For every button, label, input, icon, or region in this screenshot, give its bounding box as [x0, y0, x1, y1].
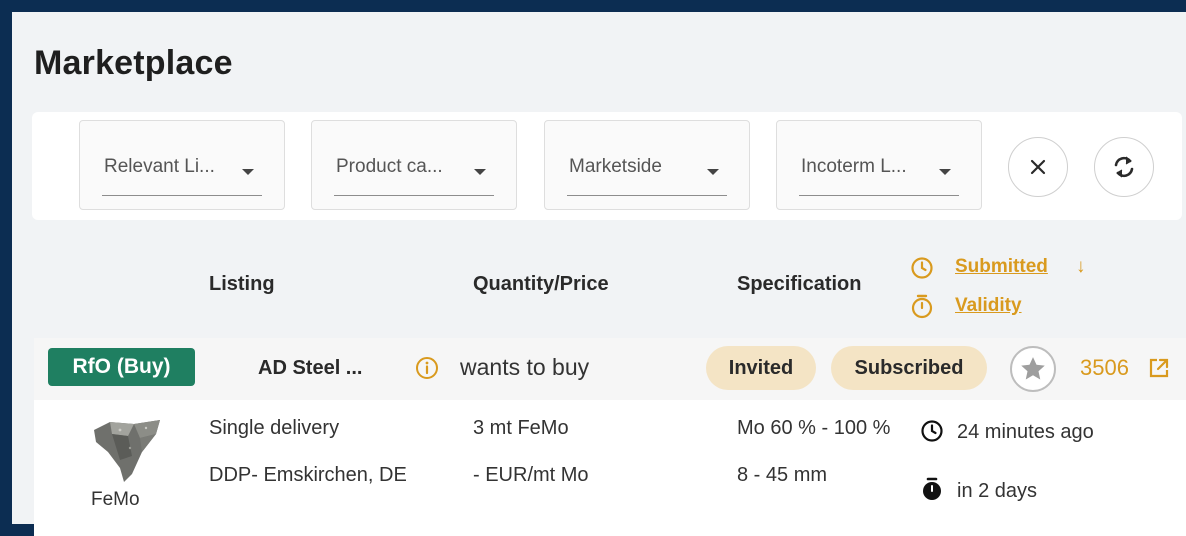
listing-type-badge: RfO (Buy) [48, 348, 195, 386]
filter-label: Incoterm L... [801, 156, 907, 177]
filter-underline [799, 195, 959, 196]
spec-content: Mo 60 % - 100 % [737, 417, 891, 439]
filter-incoterm-location[interactable]: Incoterm L... [776, 120, 982, 210]
filter-product-category[interactable]: Product ca... [311, 120, 517, 210]
timer-icon [923, 477, 941, 500]
invited-badge: Invited [706, 346, 816, 390]
info-icon[interactable] [415, 356, 439, 380]
subscribed-badge: Subscribed [831, 346, 987, 390]
spec-size: 8 - 45 mm [737, 464, 828, 486]
marketplace-page: Marketplace Relevant Li... Product ca...… [12, 12, 1186, 536]
chevron-down-icon [474, 169, 486, 175]
sort-submitted-link[interactable]: Submitted [955, 256, 1048, 278]
page-title: Marketplace [34, 44, 233, 82]
filter-label: Marketside [569, 156, 662, 177]
chevron-down-icon [707, 169, 719, 175]
clock-icon [921, 420, 943, 442]
price: - EUR/mt Mo [473, 464, 589, 486]
clear-filters-button[interactable] [1008, 137, 1068, 197]
product-image [94, 420, 160, 482]
column-header-specification: Specification [737, 273, 862, 295]
delivery-type: Single delivery [209, 417, 340, 439]
listing-intent: wants to buy [460, 354, 590, 380]
refresh-icon [1114, 156, 1134, 178]
column-header-listing: Listing [209, 273, 275, 295]
product-name: FeMo [91, 489, 140, 510]
filter-underline [567, 195, 727, 196]
submitted-time: 24 minutes ago [957, 421, 1094, 443]
filter-label: Relevant Li... [104, 156, 215, 177]
refresh-button[interactable] [1094, 137, 1154, 197]
chevron-down-icon [939, 169, 951, 175]
star-icon [1021, 357, 1045, 380]
clock-icon [911, 257, 933, 279]
filter-bar: Relevant Li... Product ca... Marketside … [32, 112, 1182, 220]
close-icon [1030, 159, 1046, 175]
filter-relevant-listings[interactable]: Relevant Li... [79, 120, 285, 210]
chevron-down-icon [242, 169, 254, 175]
external-link-icon[interactable] [1148, 357, 1170, 379]
quantity: 3 mt FeMo [473, 417, 569, 439]
timer-icon [911, 294, 933, 319]
validity-time: in 2 days [957, 480, 1038, 502]
listing-id-link[interactable]: 3506 [1080, 355, 1129, 381]
company-name[interactable]: AD Steel ... [258, 357, 362, 380]
sort-direction-icon[interactable]: ↓ [1076, 256, 1086, 278]
column-header-quantity-price: Quantity/Price [473, 273, 609, 295]
listing-row-details[interactable]: FeMo Single delivery DDP- Emskirchen, DE… [34, 400, 1186, 536]
favorite-button[interactable] [1010, 346, 1056, 392]
sort-validity-link[interactable]: Validity [955, 295, 1022, 317]
filter-underline [334, 195, 494, 196]
incoterm-location: DDP- Emskirchen, DE [209, 464, 407, 486]
listing-row-header: RfO (Buy) AD Steel ... wants to buy Invi… [34, 338, 1186, 401]
filter-underline [102, 195, 262, 196]
filter-label: Product ca... [336, 156, 443, 177]
filter-marketside[interactable]: Marketside [544, 120, 750, 210]
